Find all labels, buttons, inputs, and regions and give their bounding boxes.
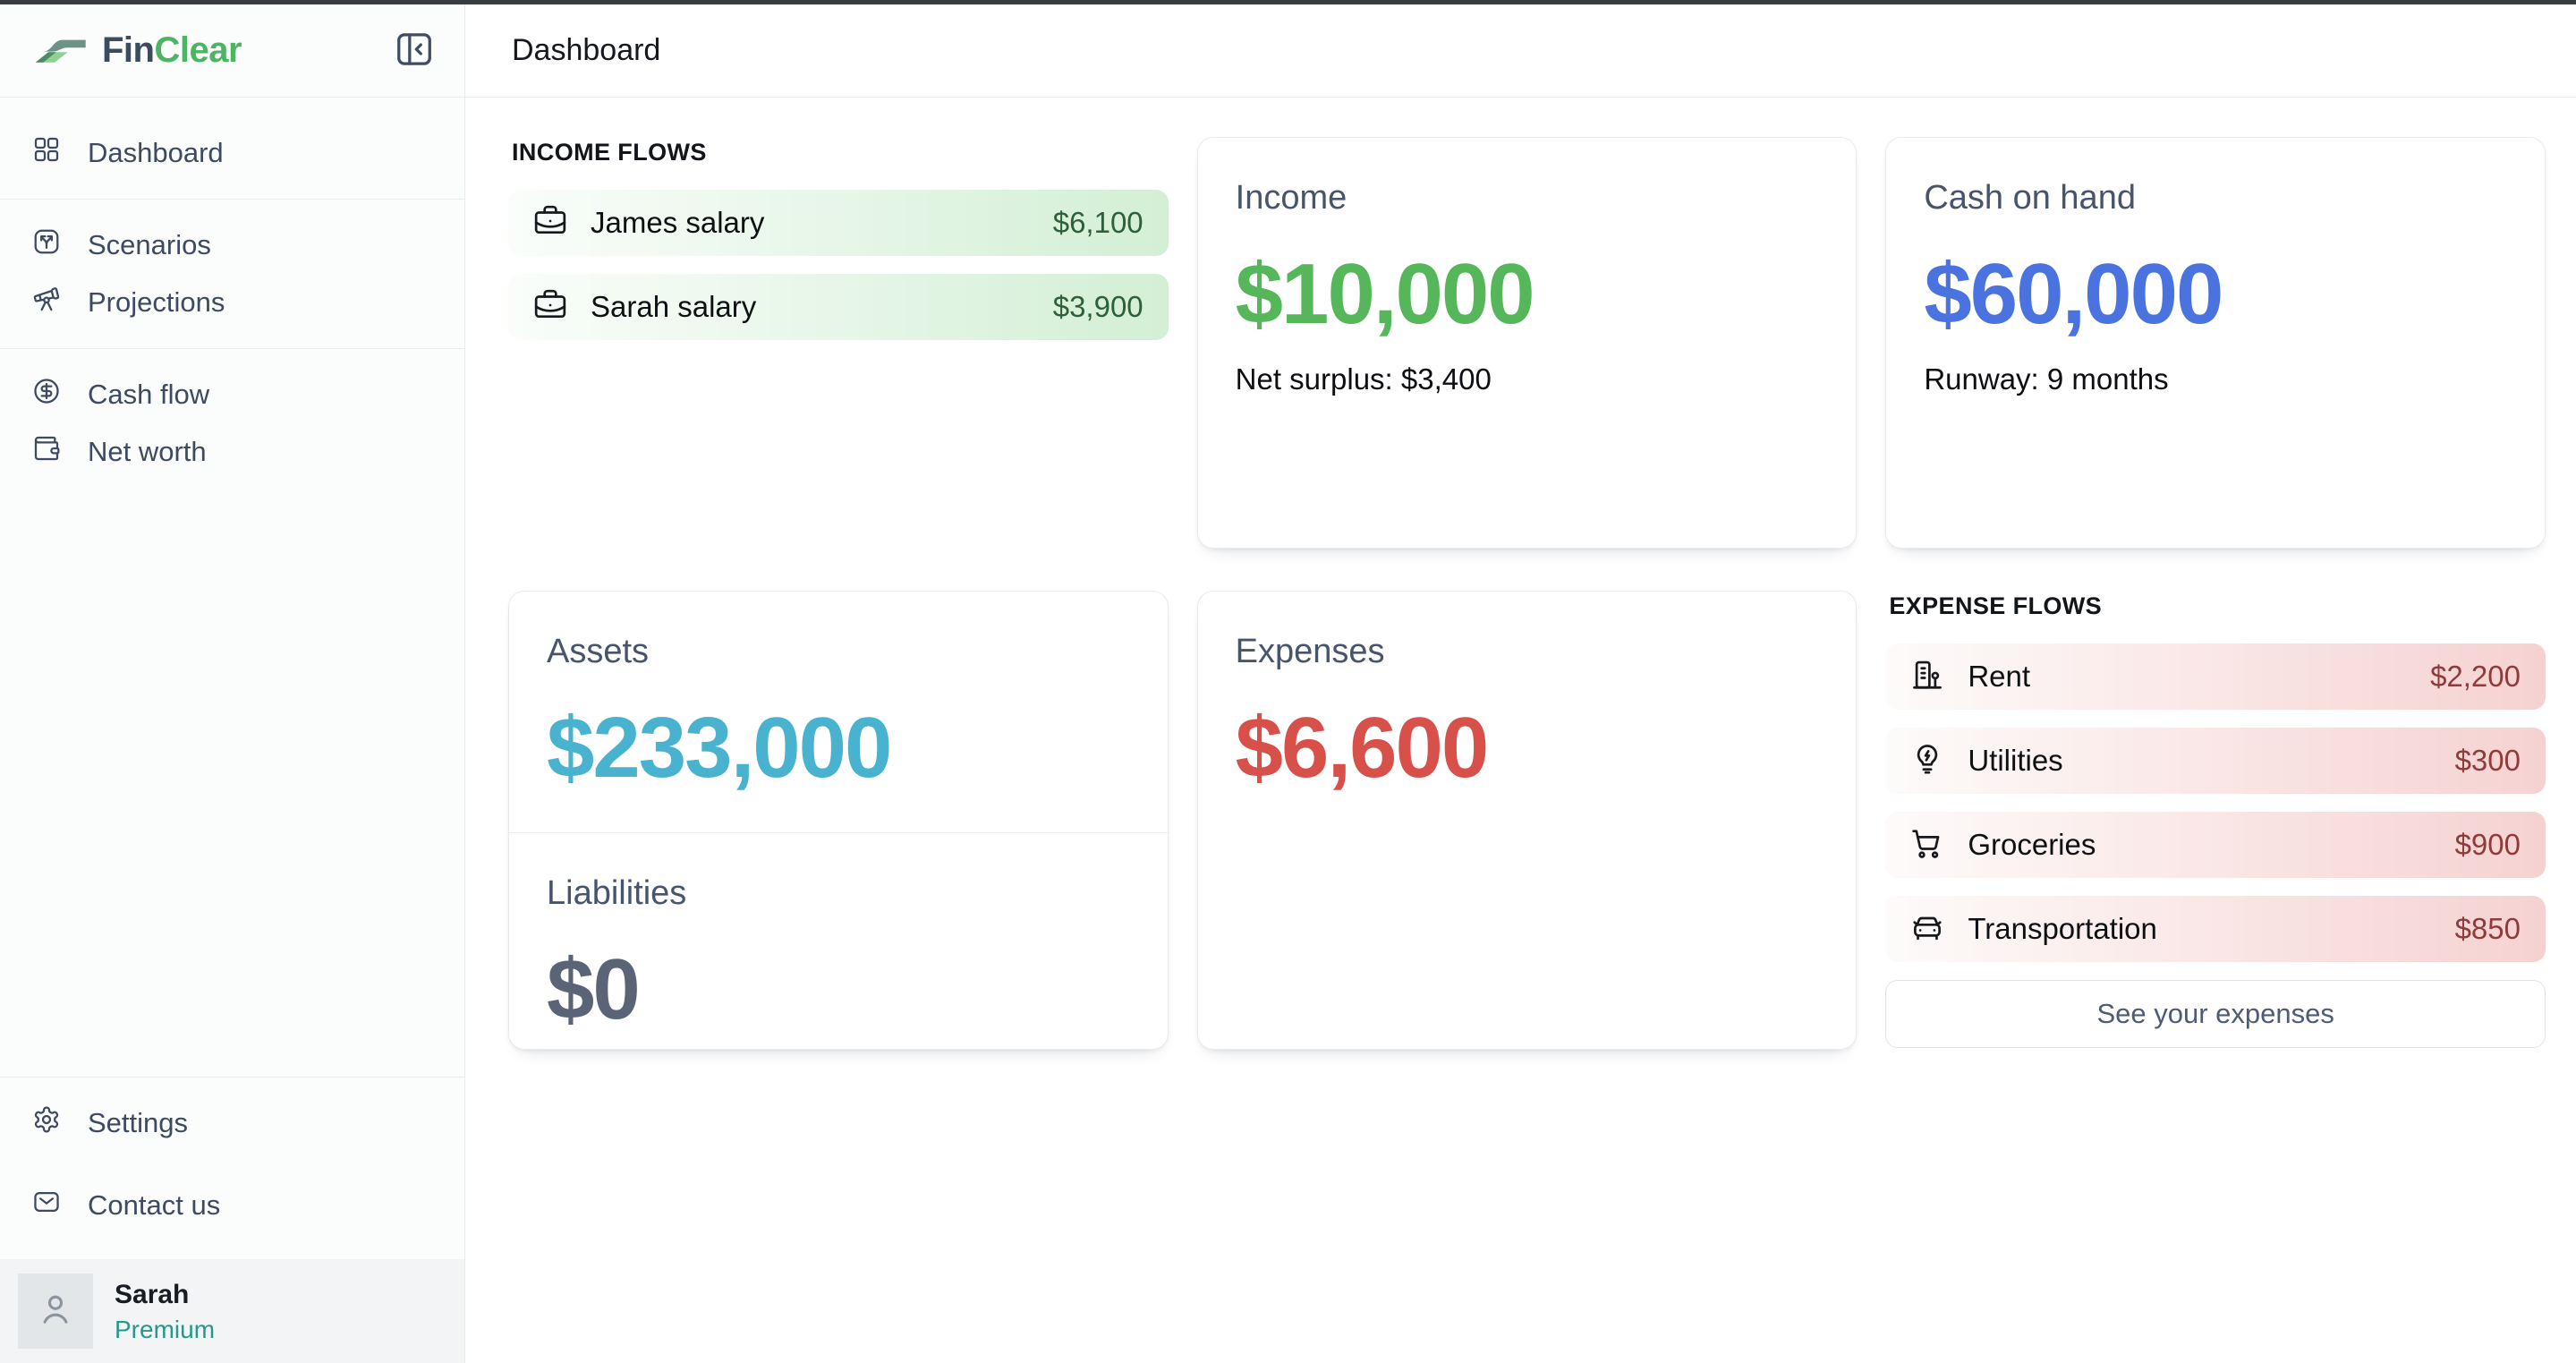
card-title: Cash on hand	[1924, 179, 2507, 217]
sidebar-collapse-button[interactable]	[391, 28, 438, 74]
expense-flow-row-utilities[interactable]: Utilities $300	[1885, 728, 2546, 794]
sidebar-divider	[0, 1077, 464, 1078]
expenses-value: $6,600	[1236, 705, 1819, 791]
cart-icon	[1910, 826, 1944, 865]
page-header: Dashboard	[465, 4, 2576, 98]
card-title: Assets	[547, 633, 1130, 671]
liabilities-value: $0	[547, 947, 1130, 1033]
income-flows-section: INCOME FLOWS James salary $6,100	[508, 137, 1169, 549]
sidebar-item-label: Dashboard	[88, 137, 224, 169]
income-card: Income $10,000 Net surplus: $3,400	[1197, 137, 1858, 549]
expenses-card: Expenses $6,600	[1197, 591, 1858, 1050]
sidebar-item-net-worth[interactable]: Net worth	[0, 423, 464, 481]
liabilities-section: Liabilities $0	[509, 832, 1168, 1074]
sidebar-item-dashboard[interactable]: Dashboard	[0, 124, 464, 182]
assets-value: $233,000	[547, 705, 1130, 791]
avatar	[18, 1274, 93, 1349]
page-title: Dashboard	[512, 33, 660, 68]
expense-flows-section: EXPENSE FLOWS Rent $2,200	[1885, 591, 2546, 1050]
user-name: Sarah	[115, 1279, 215, 1311]
app-root: FinClear Dashbo	[0, 4, 2576, 1363]
expense-flows-label: EXPENSE FLOWS	[1889, 592, 2546, 620]
panel-left-collapse-icon	[394, 29, 435, 72]
mail-icon	[32, 1188, 61, 1223]
sidebar-item-label: Projections	[88, 286, 225, 319]
flow-label: Groceries	[1968, 828, 2096, 862]
sidebar-item-label: Settings	[88, 1107, 188, 1139]
lightbulb-icon	[1910, 742, 1944, 780]
dashboard-grid: INCOME FLOWS James salary $6,100	[465, 98, 2576, 1050]
sidebar-item-scenarios[interactable]: Scenarios	[0, 217, 464, 274]
person-icon	[35, 1289, 76, 1334]
income-flow-row-james-salary[interactable]: James salary $6,100	[508, 190, 1169, 256]
assets-liabilities-card: Assets $233,000 Liabilities $0	[508, 591, 1169, 1050]
sidebar-item-settings[interactable]: Settings	[0, 1095, 464, 1152]
briefcase-icon	[533, 288, 567, 327]
user-plan-badge: Premium	[115, 1316, 215, 1344]
expense-flow-row-transportation[interactable]: Transportation $850	[1885, 896, 2546, 962]
flow-amount: $3,900	[1053, 290, 1143, 324]
finclear-logo-icon	[30, 24, 89, 77]
assets-section: Assets $233,000	[509, 592, 1168, 832]
brand-name: FinClear	[102, 30, 242, 71]
flow-amount: $6,100	[1053, 206, 1143, 240]
sidebar-header: FinClear	[0, 4, 464, 98]
user-info: Sarah Premium	[115, 1279, 215, 1344]
sidebar: FinClear Dashbo	[0, 4, 465, 1363]
sidebar-divider	[0, 199, 464, 200]
brand-name-accent: Clear	[154, 30, 242, 70]
income-flows-label: INCOME FLOWS	[512, 139, 1169, 166]
user-profile[interactable]: Sarah Premium	[0, 1259, 464, 1363]
flow-label: Utilities	[1968, 744, 2062, 778]
sidebar-footer: Settings Contact us	[0, 1060, 464, 1363]
flow-label: Sarah salary	[591, 290, 756, 324]
flow-amount: $850	[2455, 912, 2521, 946]
flow-label: James salary	[591, 206, 764, 240]
net-surplus-caption: Net surplus: $3,400	[1236, 362, 1819, 396]
expense-flow-row-groceries[interactable]: Groceries $900	[1885, 812, 2546, 878]
flow-amount: $2,200	[2430, 660, 2521, 694]
main-area: Dashboard INCOME FLOWS James salary $6,1…	[465, 4, 2576, 1363]
dollar-circle-icon	[32, 377, 61, 413]
runway-caption: Runway: 9 months	[1924, 362, 2507, 396]
sidebar-item-label: Net worth	[88, 436, 207, 468]
scenarios-split-icon	[32, 227, 61, 263]
income-value: $10,000	[1236, 251, 1819, 337]
card-title: Liabilities	[547, 874, 1130, 913]
sidebar-item-contact-us[interactable]: Contact us	[0, 1177, 464, 1234]
car-icon	[1910, 910, 1944, 949]
gear-icon	[32, 1105, 61, 1141]
sidebar-item-cash-flow[interactable]: Cash flow	[0, 366, 464, 423]
see-your-expenses-button[interactable]: See your expenses	[1885, 980, 2546, 1048]
wallet-icon	[32, 434, 61, 470]
brand-name-dark: Fin	[102, 30, 154, 70]
sidebar-divider	[0, 348, 464, 349]
card-title: Income	[1236, 179, 1819, 217]
sidebar-item-label: Scenarios	[88, 229, 211, 261]
flow-label: Rent	[1968, 660, 2030, 694]
flow-amount: $900	[2455, 828, 2521, 862]
cash-on-hand-value: $60,000	[1924, 251, 2507, 337]
cash-on-hand-card: Cash on hand $60,000 Runway: 9 months	[1885, 137, 2546, 549]
sidebar-item-projections[interactable]: Projections	[0, 274, 464, 331]
dashboard-grid-icon	[32, 135, 61, 171]
telescope-icon	[32, 285, 61, 320]
card-title: Expenses	[1236, 633, 1819, 671]
income-flow-row-sarah-salary[interactable]: Sarah salary $3,900	[508, 274, 1169, 340]
briefcase-icon	[533, 204, 567, 243]
flow-label: Transportation	[1968, 912, 2157, 946]
building-icon	[1910, 658, 1944, 696]
expense-flow-row-rent[interactable]: Rent $2,200	[1885, 643, 2546, 710]
flow-amount: $300	[2455, 744, 2521, 778]
sidebar-item-label: Contact us	[88, 1189, 220, 1222]
sidebar-nav: Dashboard Scenarios	[0, 98, 464, 481]
sidebar-item-label: Cash flow	[88, 379, 209, 411]
